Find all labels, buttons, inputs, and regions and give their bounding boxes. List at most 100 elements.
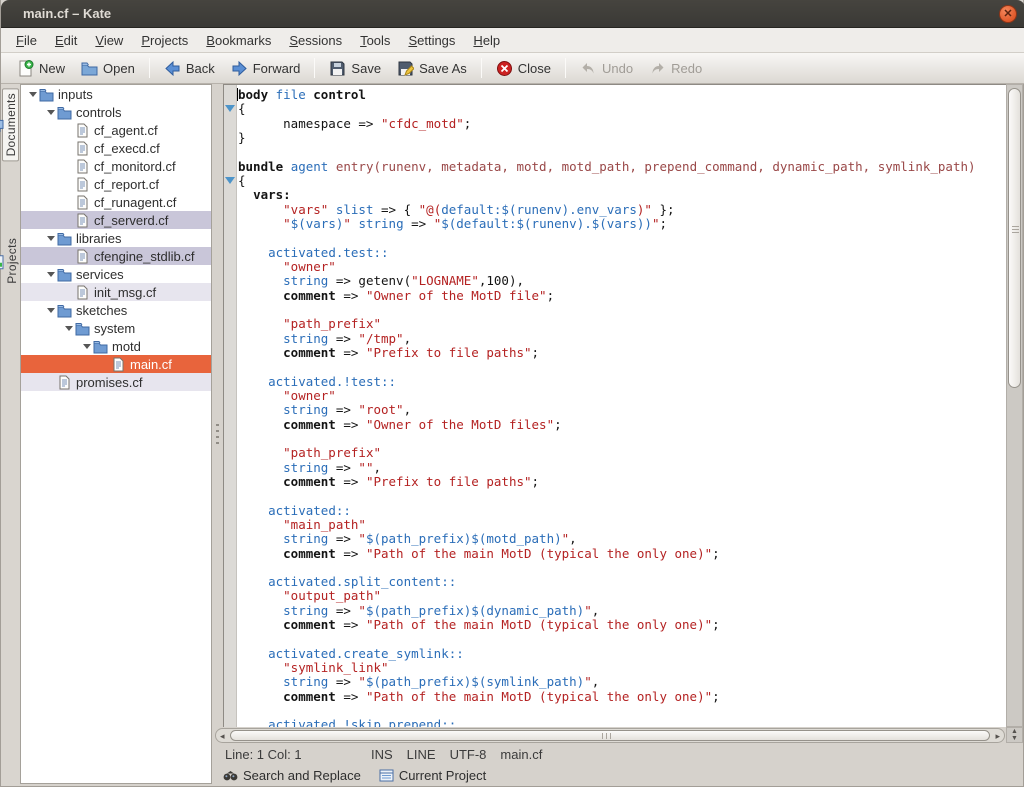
tree-item-system[interactable]: system — [21, 319, 211, 337]
menu-bookmarks[interactable]: Bookmarks — [197, 30, 280, 51]
code-line: activated:: — [238, 504, 1006, 518]
expander-icon[interactable] — [81, 340, 93, 352]
tree-item-cf-runagent-cf[interactable]: cf_runagent.cf — [21, 193, 211, 211]
vertical-scrollbar[interactable] — [1006, 84, 1023, 727]
tree-item-main-cf[interactable]: main.cf — [21, 355, 211, 373]
code-line: "symlink_link" — [238, 661, 1006, 675]
title-bar: main.cf – Kate ✕ — [1, 0, 1024, 28]
panel-splitter[interactable] — [212, 84, 223, 784]
tree-item-cfengine-stdlib-cf[interactable]: cfengine_stdlib.cf — [21, 247, 211, 265]
tree-item-label: cf_runagent.cf — [94, 195, 176, 210]
expander-icon[interactable] — [45, 232, 57, 244]
folder-icon — [57, 105, 72, 120]
code-line — [238, 360, 1006, 374]
documents-icon — [0, 118, 4, 133]
menu-view[interactable]: View — [86, 30, 132, 51]
vertical-scrollbar-thumb[interactable] — [1008, 88, 1021, 388]
undo-button[interactable]: Undo — [572, 57, 641, 80]
tree-item-cf-execd-cf[interactable]: cf_execd.cf — [21, 139, 211, 157]
menu-settings[interactable]: Settings — [399, 30, 464, 51]
folder-icon — [57, 267, 72, 282]
close-button[interactable]: Close — [488, 57, 559, 80]
toolbar-button-label: Back — [186, 61, 215, 76]
menu-tools[interactable]: Tools — [351, 30, 399, 51]
tree-item-controls[interactable]: controls — [21, 103, 211, 121]
horizontal-scrollbar-thumb[interactable] — [230, 730, 990, 741]
tree-item-label: inputs — [58, 87, 93, 102]
tree-item-label: cf_monitord.cf — [94, 159, 176, 174]
insert-mode[interactable]: INS — [371, 747, 393, 762]
code-editor[interactable]: body file control{ namespace => "cfdc_mo… — [223, 84, 1006, 727]
tree-item-label: cf_execd.cf — [94, 141, 160, 156]
file-tree[interactable]: inputscontrolscf_agent.cf cf_execd.cf cf_m… — [20, 84, 212, 784]
save-as-button[interactable]: Save As — [389, 57, 475, 80]
code-line: string => "/tmp", — [238, 332, 1006, 346]
code-area[interactable]: body file control{ namespace => "cfdc_mo… — [238, 88, 1006, 727]
sidebar-tab-label: Projects — [5, 238, 19, 284]
tree-item-promises-cf[interactable]: promises.cf — [21, 373, 211, 391]
tree-item-label: system — [94, 321, 135, 336]
tree-item-label: init_msg.cf — [94, 285, 156, 300]
code-line: { — [238, 174, 1006, 188]
expander-spacer — [99, 358, 111, 370]
expander-icon[interactable] — [45, 106, 57, 118]
tree-item-sketches[interactable]: sketches — [21, 301, 211, 319]
tree-item-cf-report-cf[interactable]: cf_report.cf — [21, 175, 211, 193]
new-button[interactable]: New — [9, 57, 73, 80]
back-button[interactable]: Back — [156, 57, 223, 80]
bottom-button-label: Search and Replace — [243, 768, 361, 783]
back-arrow-icon — [164, 60, 181, 77]
fold-expanded-icon[interactable] — [225, 105, 235, 112]
sidebar-tab-label: Documents — [4, 93, 18, 156]
current-project-button[interactable]: Current Project — [375, 766, 490, 785]
tree-item-cf-serverd-cf[interactable]: cf_serverd.cf — [21, 211, 211, 229]
tree-item-services[interactable]: services — [21, 265, 211, 283]
window-close-button[interactable]: ✕ — [999, 5, 1017, 23]
code-line: body file control — [238, 88, 1006, 102]
sidebar-tab-documents[interactable]: Documents — [2, 88, 19, 161]
expander-icon[interactable] — [63, 322, 75, 334]
scroll-right-icon[interactable]: ▸ — [995, 731, 1000, 742]
tree-item-motd[interactable]: motd — [21, 337, 211, 355]
eol-mode[interactable]: LINE — [407, 747, 436, 762]
sidebar-tab-projects[interactable]: Projects — [2, 234, 19, 288]
sidebar-tabstrip: Documents Projects — [1, 84, 20, 786]
toolbar-button-label: Save As — [419, 61, 467, 76]
code-line: comment => "Path of the main MotD (typic… — [238, 618, 1006, 632]
menu-help[interactable]: Help — [464, 30, 509, 51]
expander-icon[interactable] — [27, 88, 39, 100]
save-button[interactable]: Save — [321, 57, 389, 80]
tree-item-libraries[interactable]: libraries — [21, 229, 211, 247]
tree-item-init-msg-cf[interactable]: init_msg.cf — [21, 283, 211, 301]
file-icon — [75, 177, 90, 192]
code-line — [238, 561, 1006, 575]
cursor-position: Line: 1 Col: 1 — [225, 747, 365, 762]
expander-spacer — [63, 178, 75, 190]
code-line: "owner" — [238, 389, 1006, 403]
menu-edit[interactable]: Edit — [46, 30, 86, 51]
menu-projects[interactable]: Projects — [132, 30, 197, 51]
tree-item-inputs[interactable]: inputs — [21, 85, 211, 103]
redo-button[interactable]: Redo — [641, 57, 710, 80]
horizontal-scrollbar[interactable]: ◂ ▸ — [215, 728, 1005, 743]
folding-gutter[interactable] — [224, 85, 237, 727]
tree-item-cf-monitord-cf[interactable]: cf_monitord.cf — [21, 157, 211, 175]
open-button[interactable]: Open — [73, 57, 143, 80]
expander-icon[interactable] — [45, 268, 57, 280]
code-line: "main_path" — [238, 518, 1006, 532]
vertical-scrollbar-steppers[interactable]: ▲▼ — [1006, 727, 1023, 743]
code-line: activated.test:: — [238, 246, 1006, 260]
file-icon — [111, 357, 126, 372]
fold-expanded-icon[interactable] — [225, 177, 235, 184]
toolbar-button-label: Redo — [671, 61, 702, 76]
tree-item-cf-agent-cf[interactable]: cf_agent.cf — [21, 121, 211, 139]
menu-sessions[interactable]: Sessions — [280, 30, 351, 51]
expander-icon[interactable] — [45, 304, 57, 316]
search-and-replace-button[interactable]: Search and Replace — [219, 766, 365, 785]
code-line: "path_prefix" — [238, 446, 1006, 460]
menu-file[interactable]: File — [7, 30, 46, 51]
encoding[interactable]: UTF-8 — [450, 747, 487, 762]
scroll-left-icon[interactable]: ◂ — [220, 731, 225, 742]
file-icon — [75, 213, 90, 228]
forward-button[interactable]: Forward — [223, 57, 309, 80]
